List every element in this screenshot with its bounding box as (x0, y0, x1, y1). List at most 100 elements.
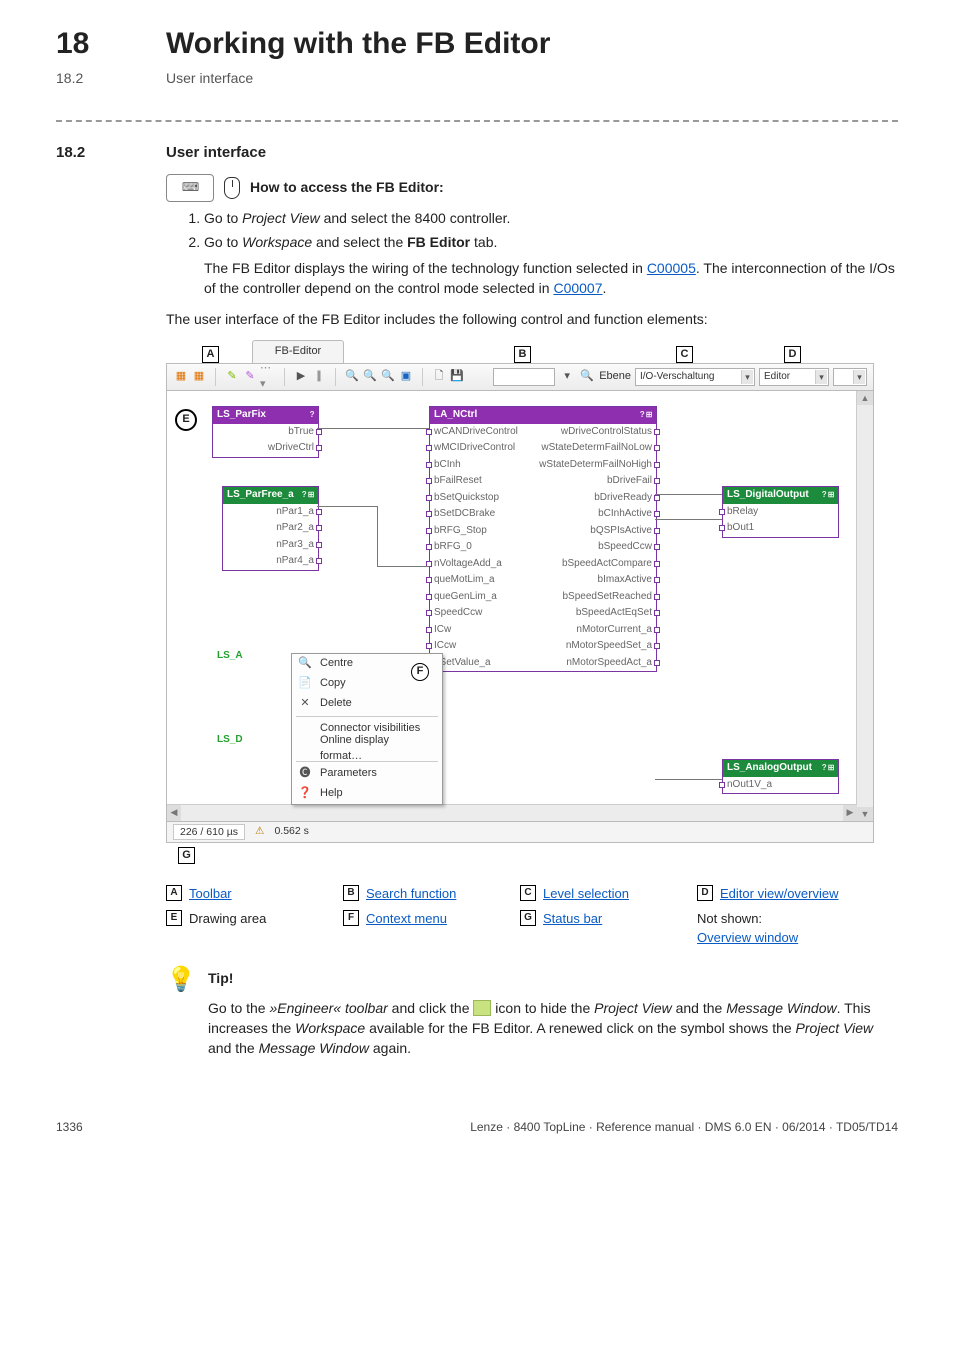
context-item-label: Help (320, 786, 343, 802)
block-ls-digitaloutput[interactable]: LS_DigitalOutput? ⊞ bRelay bOut1 (722, 486, 839, 538)
callout-e: E (175, 409, 197, 431)
legend-link-statusbar[interactable]: Status bar (543, 910, 602, 929)
divider (56, 120, 898, 122)
block-port-row: nSetValue_anMotorSpeedAct_a (430, 655, 656, 672)
legend-marker: C (520, 885, 536, 901)
toolbar-icon[interactable]: ▦ (191, 369, 207, 385)
callout-g: G (178, 847, 195, 864)
tab-fb-editor[interactable]: FB-Editor (252, 340, 344, 363)
context-item-label: Copy (320, 676, 346, 692)
toggle-panels-icon (473, 1000, 491, 1016)
tip-title: Tip! (208, 968, 233, 988)
block-port-row: bRFG_0bSpeedCcw (430, 539, 656, 556)
subsection-number: 18.2 (56, 68, 166, 88)
status-bar: 226 / 610 µs ⚠ 0.562 s (166, 822, 874, 843)
block-port-row: wMCIDriveControlwStateDetermFailNoLow (430, 440, 656, 457)
legend-link-editorview[interactable]: Editor view/overview (720, 885, 839, 904)
fullscreen-icon[interactable]: ▣ (398, 369, 414, 385)
context-item[interactable]: 🅒 Parameters (292, 764, 442, 784)
context-item-label: Centre (320, 656, 353, 672)
block-port-row: bCInhwStateDetermFailNoHigh (430, 457, 656, 474)
legend-link-search[interactable]: Search function (366, 885, 456, 904)
block-ls-parfree[interactable]: LS_ParFree_a? ⊞ nPar1_a nPar2_a nPar3_a … (222, 486, 319, 571)
block-ls-parfix[interactable]: LS_ParFix? bTrue wDriveCtrl (212, 406, 319, 458)
legend-text: Drawing area (189, 910, 266, 929)
block-la-nctrl[interactable]: LA_NCtrl? ⊞ wCANDriveControlwDriveContro… (429, 406, 657, 672)
context-item-icon: 🅒 (296, 766, 314, 782)
pause-icon[interactable]: ∥ (311, 369, 327, 385)
link-c00007[interactable]: C00007 (553, 280, 602, 296)
page-number: 1336 (56, 1119, 83, 1136)
link-c00005[interactable]: C00005 (647, 260, 696, 276)
block-port-row: queMotLim_abImaxActive (430, 572, 656, 589)
save-icon[interactable]: 💾 (449, 369, 465, 385)
context-item[interactable]: ❓ Help (292, 784, 442, 804)
context-item-icon: ❓ (296, 786, 314, 802)
block-port-row: bFailResetbDriveFail (430, 473, 656, 490)
callout-d: D (784, 346, 801, 363)
block-port-row: ICcwnMotorSpeedSet_a (430, 638, 656, 655)
context-item-label: Online display format… (320, 733, 434, 765)
search-input[interactable] (493, 368, 555, 386)
step-em: Workspace (242, 234, 312, 250)
view-extra-dropdown[interactable] (833, 368, 867, 386)
legend-marker: B (343, 885, 359, 901)
context-item[interactable]: Online display format… (292, 739, 442, 759)
context-separator (296, 716, 438, 717)
screenshot-caption: The user interface of the FB Editor incl… (166, 309, 898, 329)
step-text: Go to (204, 210, 242, 226)
search-dropdown-icon[interactable]: ▾ (559, 369, 575, 385)
legend: A Toolbar B Search function C Level selecti… (166, 885, 874, 948)
procedure-step: Go to Workspace and select the FB Editor… (204, 232, 898, 252)
section-number: 18.2 (56, 142, 166, 164)
context-item-icon: 📄 (296, 676, 314, 692)
callout-a: A (202, 346, 219, 363)
callout-b: B (514, 346, 531, 363)
block-port-row: queGenLim_abSpeedSetReached (430, 589, 656, 606)
legend-link-toolbar[interactable]: Toolbar (189, 885, 232, 904)
step-text: and select the (312, 234, 407, 250)
step-text: Go to (204, 234, 242, 250)
legend-link-overview[interactable]: Overview window (697, 929, 798, 948)
procedure-list: Go to Project View and select the 8400 c… (166, 208, 898, 253)
toolbar-icon[interactable]: ⋯▾ (260, 369, 276, 385)
step-em: Project View (242, 210, 320, 226)
view-dropdown[interactable]: Editor (759, 368, 829, 386)
scrollbar-vertical[interactable] (856, 391, 873, 821)
zoom-fit-icon[interactable]: 🔍 (380, 369, 396, 385)
block-port-row: bRFG_StopbQSPIsActive (430, 523, 656, 540)
procedure-step: Go to Project View and select the 8400 c… (204, 208, 898, 228)
zoom-out-icon[interactable]: 🔍 (362, 369, 378, 385)
footer-ref: Lenze · 8400 TopLine · Reference manual … (470, 1119, 898, 1136)
step-text: and select the 8400 controller. (320, 210, 511, 226)
context-item[interactable]: ✕Delete (292, 694, 442, 714)
block-fragment: LS_A (217, 649, 243, 664)
level-dropdown[interactable]: I/O-Verschaltung (635, 368, 755, 386)
toolbar-icon[interactable]: ✎ (242, 369, 258, 385)
step-text: tab. (470, 234, 497, 250)
block-fragment: LS_D (217, 733, 243, 748)
context-item-icon: ✕ (296, 696, 314, 712)
keyboard-icon: ⌨ (166, 174, 214, 202)
context-item-label: Parameters (320, 766, 377, 782)
legend-marker: A (166, 885, 182, 901)
callout-f: F (411, 663, 429, 681)
drawing-area[interactable]: E F LS_ParFix? bTrue wDriveCtrl LS_ParFr… (166, 391, 874, 822)
procedure-note: The FB Editor displays the wiring of the… (204, 258, 898, 299)
play-icon[interactable]: ▶ (293, 369, 309, 385)
status-time: 0.562 s (274, 824, 308, 839)
legend-marker: G (520, 910, 536, 926)
new-icon[interactable]: 🗋 (431, 369, 447, 385)
zoom-in-icon[interactable]: 🔍 (344, 369, 360, 385)
search-go-icon[interactable]: 🔍 (579, 369, 595, 385)
legend-marker: F (343, 910, 359, 926)
block-port-row: ICwnMotorCurrent_a (430, 622, 656, 639)
legend-link-level[interactable]: Level selection (543, 885, 629, 904)
scrollbar-horizontal[interactable] (167, 804, 857, 821)
mouse-icon (224, 177, 240, 199)
callout-c: C (676, 346, 693, 363)
toolbar-icon[interactable]: ✎ (224, 369, 240, 385)
legend-link-contextmenu[interactable]: Context menu (366, 910, 447, 929)
block-ls-analogoutput[interactable]: LS_AnalogOutput? ⊞ nOut1V_a (722, 759, 839, 794)
toolbar-icon[interactable]: ▦ (173, 369, 189, 385)
